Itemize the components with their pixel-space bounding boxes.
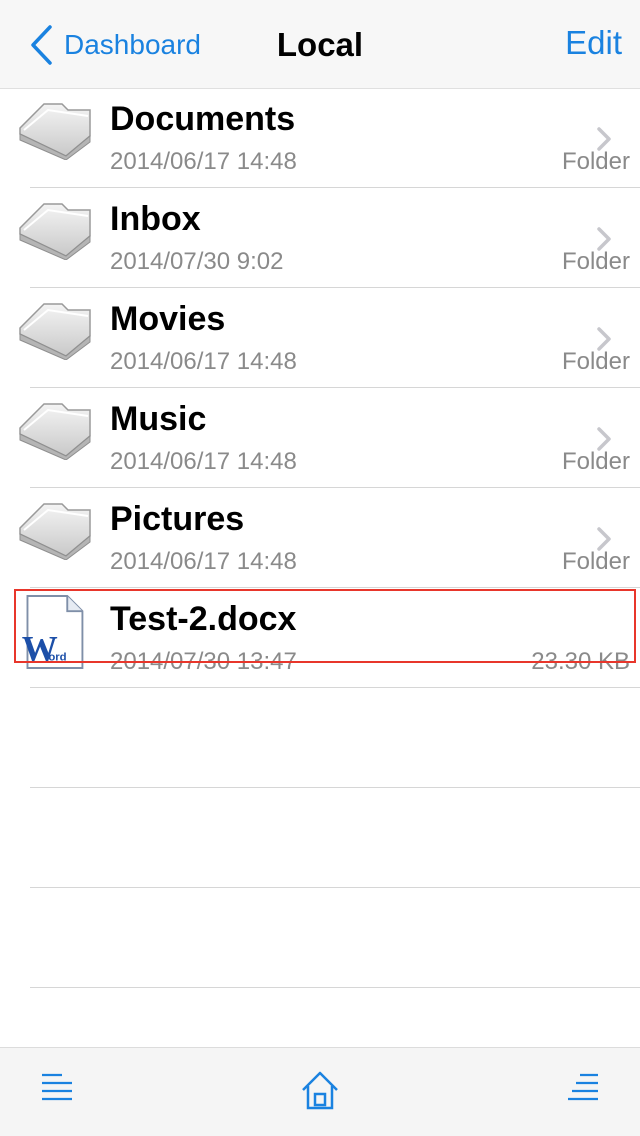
word-logo-suffix: ord bbox=[48, 651, 66, 663]
home-button[interactable] bbox=[300, 1070, 340, 1110]
edit-button[interactable]: Edit bbox=[565, 24, 622, 62]
item-name: Pictures bbox=[110, 500, 245, 538]
item-size: 23.30 KB bbox=[531, 648, 630, 675]
item-date: 2014/06/17 14:48 bbox=[110, 148, 297, 175]
list-item-movies[interactable]: Movies 2014/06/17 14:48 Folder bbox=[0, 288, 640, 388]
home-icon bbox=[302, 1071, 338, 1110]
item-name: Test-2.docx bbox=[110, 600, 297, 638]
menu-lines-icon bbox=[42, 1073, 72, 1101]
item-date: 2014/06/17 14:48 bbox=[110, 448, 297, 475]
item-name: Inbox bbox=[110, 200, 201, 238]
folder-icon bbox=[19, 103, 91, 160]
item-name: Movies bbox=[110, 300, 226, 338]
list-item-music[interactable]: Music 2014/06/17 14:48 Folder bbox=[0, 388, 640, 488]
menu-lines-button[interactable] bbox=[40, 1072, 80, 1112]
item-kind: Folder bbox=[561, 148, 630, 175]
folder-icon bbox=[19, 303, 91, 360]
page-title: Local bbox=[276, 26, 364, 63]
item-date: 2014/07/30 13:47 bbox=[110, 648, 297, 675]
item-kind: Folder bbox=[561, 448, 630, 475]
item-name: Music bbox=[110, 400, 207, 438]
sort-lines-icon bbox=[568, 1073, 598, 1101]
item-date: 2014/07/30 9:02 bbox=[110, 248, 284, 275]
folder-icon bbox=[19, 503, 91, 560]
empty-row bbox=[0, 788, 640, 888]
item-kind: Folder bbox=[561, 248, 630, 275]
list-item-pictures[interactable]: Pictures 2014/06/17 14:48 Folder bbox=[0, 488, 640, 588]
item-date: 2014/06/17 14:48 bbox=[110, 548, 297, 575]
sort-lines-button[interactable] bbox=[566, 1072, 606, 1112]
list-item-documents[interactable]: Documents 2014/06/17 14:48 Folder bbox=[0, 88, 640, 188]
folder-icon bbox=[19, 203, 91, 260]
list-item-test-2-docx[interactable]: W ord Test-2.docx 2014/07/30 13:47 23.30… bbox=[0, 588, 640, 688]
empty-row bbox=[0, 688, 640, 788]
item-kind: Folder bbox=[561, 548, 630, 575]
list-item-inbox[interactable]: Inbox 2014/07/30 9:02 Folder bbox=[0, 188, 640, 288]
item-name: Documents bbox=[110, 100, 296, 138]
empty-row bbox=[0, 888, 640, 988]
word-document-icon: W ord bbox=[22, 595, 84, 669]
folder-icon bbox=[19, 403, 91, 460]
row-divider bbox=[30, 987, 640, 988]
navigation-bar: Dashboard Local Edit bbox=[0, 0, 640, 89]
bottom-toolbar bbox=[0, 1047, 640, 1136]
item-kind: Folder bbox=[561, 348, 630, 375]
file-list: Documents 2014/06/17 14:48 Folder Inbox … bbox=[0, 88, 640, 988]
item-date: 2014/06/17 14:48 bbox=[110, 348, 297, 375]
